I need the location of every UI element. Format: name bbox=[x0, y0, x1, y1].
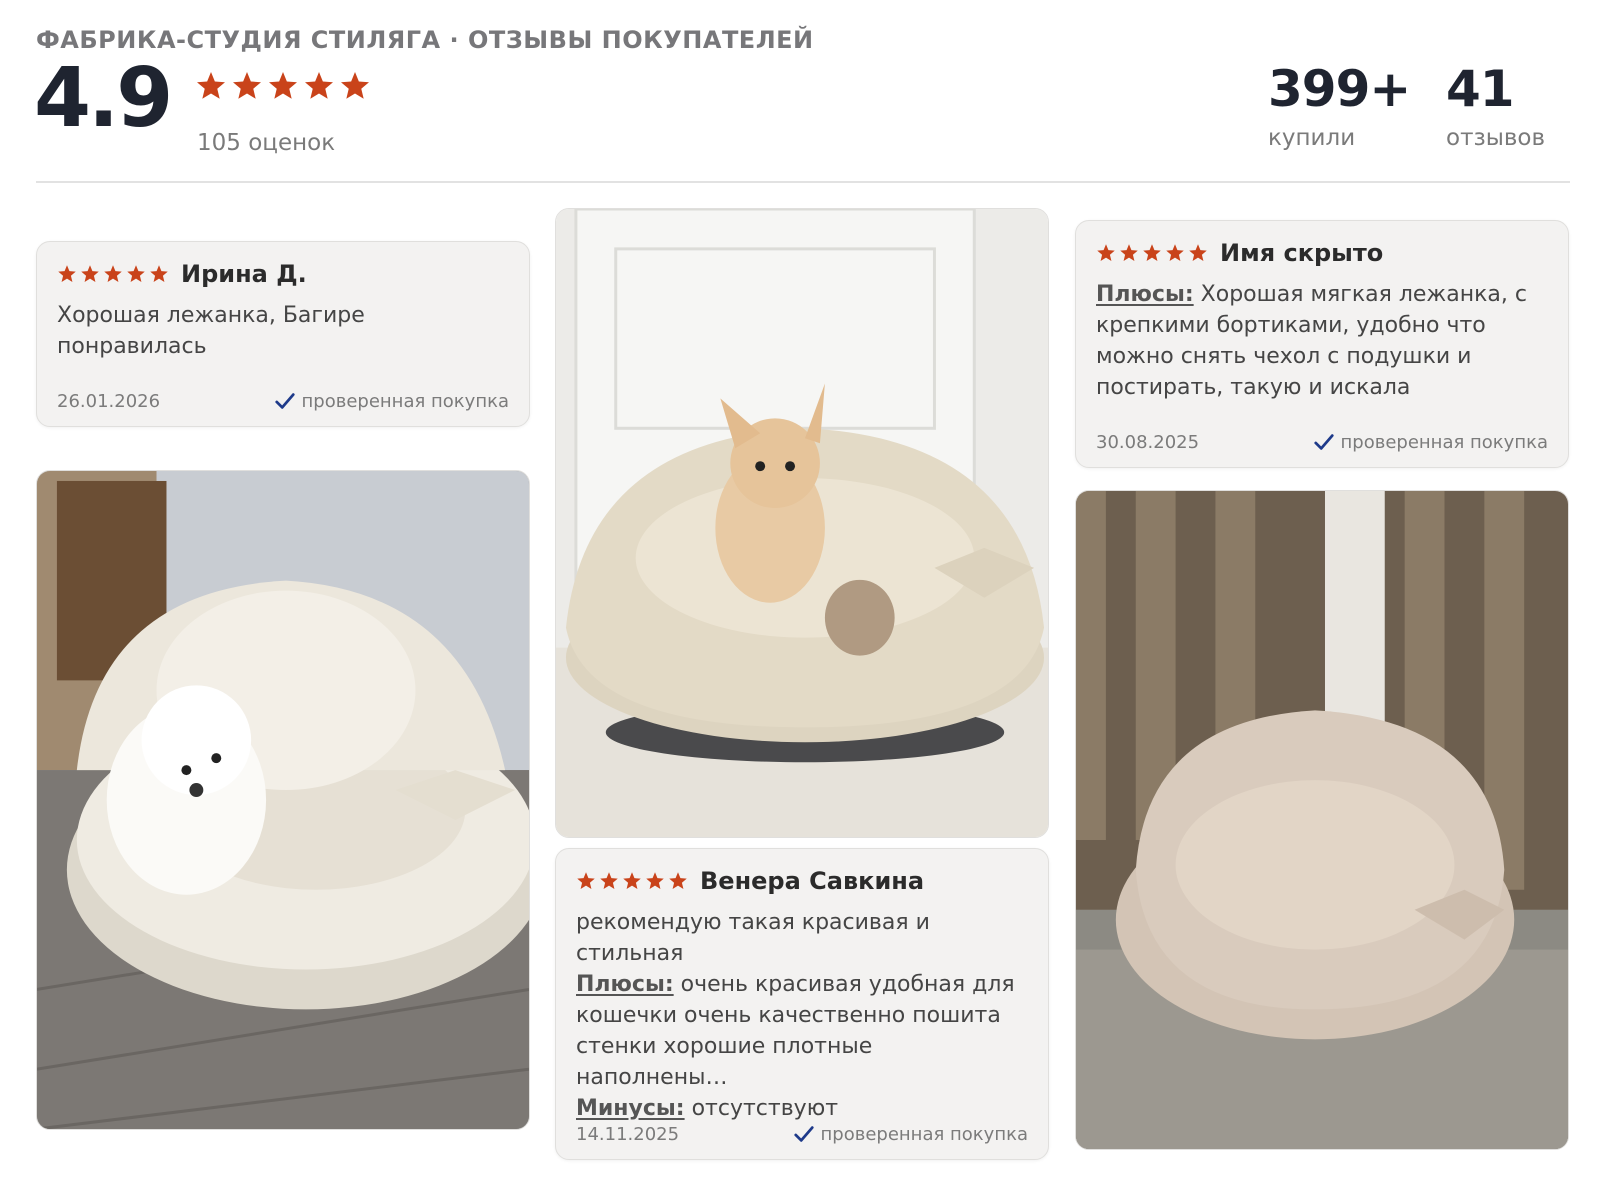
review-cons: отсутствуют bbox=[691, 1096, 839, 1121]
verified-badge: проверенная покупка bbox=[793, 1123, 1028, 1145]
stat-reviews: 41 отзывов bbox=[1446, 60, 1546, 152]
page-title: ФАБРИКА-СТУДИЯ СТИЛЯГА · ОТЗЫВЫ ПОКУПАТЕ… bbox=[36, 26, 814, 54]
review-author: Ирина Д. bbox=[181, 260, 307, 288]
check-icon bbox=[274, 393, 295, 409]
verified-badge: проверенная покупка bbox=[1313, 431, 1548, 453]
check-icon bbox=[1313, 434, 1334, 450]
star-icon bbox=[150, 265, 168, 282]
star-icon bbox=[341, 72, 369, 99]
stat-reviews-label: отзывов bbox=[1446, 125, 1546, 151]
review-author: Венера Савкина bbox=[700, 867, 925, 895]
review-date: 30.08.2025 bbox=[1096, 431, 1200, 453]
review-card[interactable]: Ирина Д. Хорошая лежанка, Багире понрави… bbox=[36, 241, 530, 427]
review-photo-image bbox=[1076, 491, 1568, 1149]
star-icon bbox=[1143, 244, 1161, 261]
header-divider bbox=[36, 181, 1570, 183]
stat-reviews-value: 41 bbox=[1446, 60, 1515, 118]
check-icon bbox=[793, 1126, 814, 1142]
star-icon bbox=[623, 872, 641, 889]
review-photo[interactable] bbox=[1075, 490, 1569, 1150]
review-date: 14.11.2025 bbox=[576, 1123, 680, 1145]
pros-label: Плюсы: bbox=[576, 972, 674, 997]
average-rating: 4.9 bbox=[34, 51, 173, 146]
rating-stars bbox=[195, 70, 371, 102]
verified-label: проверенная покупка bbox=[820, 1123, 1028, 1145]
review-photo-image bbox=[556, 209, 1048, 837]
star-icon bbox=[305, 72, 333, 99]
verified-label: проверенная покупка bbox=[1340, 431, 1548, 453]
star-icon bbox=[127, 265, 145, 282]
star-icon bbox=[197, 72, 225, 99]
star-icon bbox=[104, 265, 122, 282]
star-icon bbox=[1189, 244, 1207, 261]
pros-label: Плюсы: bbox=[1096, 282, 1194, 307]
review-photo-image bbox=[37, 471, 529, 1129]
review-text: рекомендую такая красивая и стильная bbox=[576, 910, 930, 966]
rating-count: 105 оценок bbox=[197, 130, 336, 156]
review-card[interactable]: Венера Савкина рекомендую такая красивая… bbox=[555, 848, 1049, 1160]
stat-purchased-value: 399+ bbox=[1268, 60, 1411, 118]
review-stars bbox=[1096, 243, 1208, 263]
verified-label: проверенная покупка bbox=[301, 390, 509, 412]
review-date: 26.01.2026 bbox=[57, 390, 161, 412]
review-body: рекомендую такая красивая и стильная Плю… bbox=[576, 907, 1028, 1124]
review-stars bbox=[576, 871, 688, 891]
review-author: Имя скрыто bbox=[1220, 239, 1384, 267]
cons-label: Минусы: bbox=[576, 1096, 685, 1121]
star-icon bbox=[58, 265, 76, 282]
review-stars bbox=[57, 264, 169, 284]
review-text: Хорошая лежанка, Багире понравилась bbox=[57, 303, 365, 359]
star-icon bbox=[233, 72, 261, 99]
star-icon bbox=[577, 872, 595, 889]
star-icon bbox=[81, 265, 99, 282]
review-body: Плюсы: Хорошая мягкая лежанка, с крепким… bbox=[1096, 279, 1548, 403]
review-card[interactable]: Имя скрыто Плюсы: Хорошая мягкая лежанка… bbox=[1075, 220, 1569, 468]
star-icon bbox=[1097, 244, 1115, 261]
star-icon bbox=[646, 872, 664, 889]
star-icon bbox=[1120, 244, 1138, 261]
review-photo[interactable] bbox=[36, 470, 530, 1130]
star-icon bbox=[600, 872, 618, 889]
stat-purchased: 399+ купили bbox=[1268, 60, 1411, 152]
star-icon bbox=[1166, 244, 1184, 261]
star-icon bbox=[669, 872, 687, 889]
verified-badge: проверенная покупка bbox=[274, 390, 509, 412]
stat-purchased-label: купили bbox=[1268, 125, 1356, 151]
review-photo[interactable] bbox=[555, 208, 1049, 838]
star-icon bbox=[269, 72, 297, 99]
